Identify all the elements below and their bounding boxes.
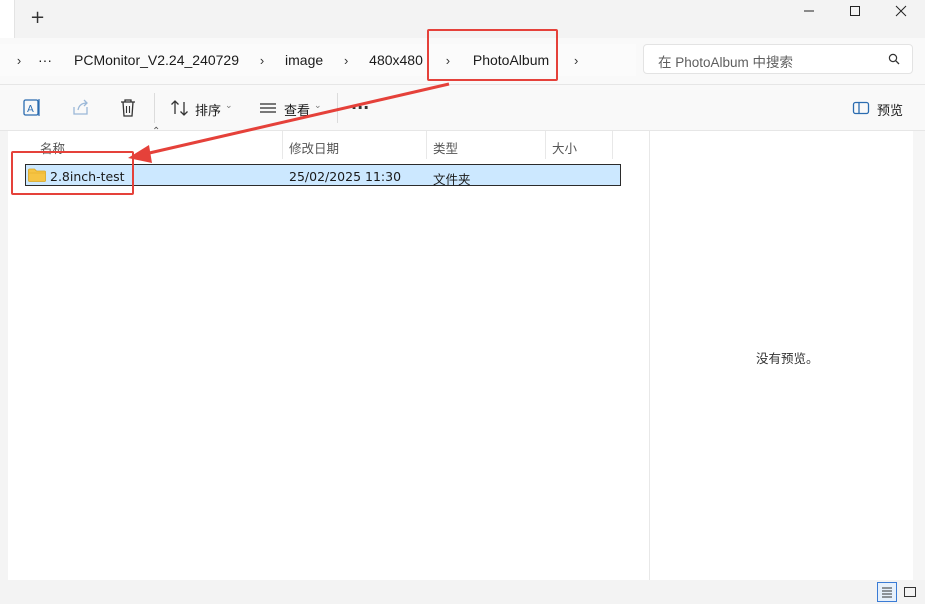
annotation-box-folder [11, 151, 134, 195]
search-input[interactable]: 在 PhotoAlbum 中搜索 [658, 51, 793, 71]
rename-icon[interactable]: A [21, 97, 43, 119]
details-view-button[interactable] [877, 582, 897, 602]
column-divider[interactable] [612, 131, 613, 159]
chevron-down-icon[interactable]: ⌄ [314, 101, 322, 111]
nav-pane-edge [0, 131, 8, 580]
no-preview-text: 没有预览。 [756, 351, 819, 366]
delete-icon[interactable] [117, 97, 139, 119]
large-icons-view-icon [904, 587, 916, 597]
file-modified: 25/02/2025 11:30 [289, 169, 402, 184]
file-type: 文件夹 [433, 172, 471, 187]
large-icons-view-button[interactable] [900, 582, 920, 602]
column-divider[interactable] [282, 131, 283, 159]
share-icon[interactable] [70, 97, 92, 119]
column-header-size[interactable]: 大小 [552, 138, 577, 157]
status-bar [0, 580, 925, 604]
toolbar-divider [337, 93, 338, 123]
minimize-icon [804, 10, 814, 12]
chevron-down-icon[interactable]: ⌄ [225, 101, 233, 111]
annotation-box-photoalbum [427, 29, 558, 81]
chevron-right-icon[interactable]: › [253, 53, 271, 68]
sort-ascending-icon: ⌃ [152, 126, 161, 137]
minimize-button[interactable] [786, 0, 832, 22]
breadcrumb-item-image[interactable]: image [279, 52, 329, 68]
view-icon[interactable] [257, 97, 279, 119]
column-divider[interactable] [545, 131, 546, 159]
preview-pane-icon[interactable] [852, 100, 870, 116]
breadcrumb-overflow[interactable]: ··· [38, 52, 62, 68]
right-edge [913, 131, 925, 580]
breadcrumb-item-pcmonitor[interactable]: PCMonitor_V2.24_240729 [62, 52, 245, 68]
close-button[interactable] [878, 0, 924, 22]
sort-icon[interactable] [169, 97, 191, 119]
search-icon [888, 53, 900, 65]
preview-button-label[interactable]: 预览 [877, 100, 903, 119]
more-options-button[interactable]: ··· [351, 98, 369, 117]
details-view-icon [882, 587, 892, 598]
breadcrumb-item-480x480[interactable]: 480x480 [363, 52, 429, 68]
column-divider[interactable] [426, 131, 427, 159]
maximize-icon [850, 6, 860, 16]
close-icon [895, 5, 907, 17]
maximize-button[interactable] [832, 0, 878, 22]
new-tab-button[interactable]: + [30, 8, 45, 28]
svg-text:A: A [27, 104, 34, 115]
chevron-right-icon[interactable]: › [567, 53, 585, 68]
active-tab-edge[interactable] [0, 0, 15, 38]
sort-button-label[interactable]: 排序 [195, 100, 221, 119]
toolbar-divider [154, 93, 155, 123]
search-box[interactable]: 在 PhotoAlbum 中搜索 [643, 44, 913, 74]
chevron-right-icon[interactable]: › [337, 53, 355, 68]
column-header-modified[interactable]: 修改日期 [289, 138, 339, 157]
expand-chevron-icon[interactable]: › [0, 53, 38, 68]
column-header-type[interactable]: 类型 [433, 138, 458, 157]
view-button-label[interactable]: 查看 [284, 100, 310, 119]
